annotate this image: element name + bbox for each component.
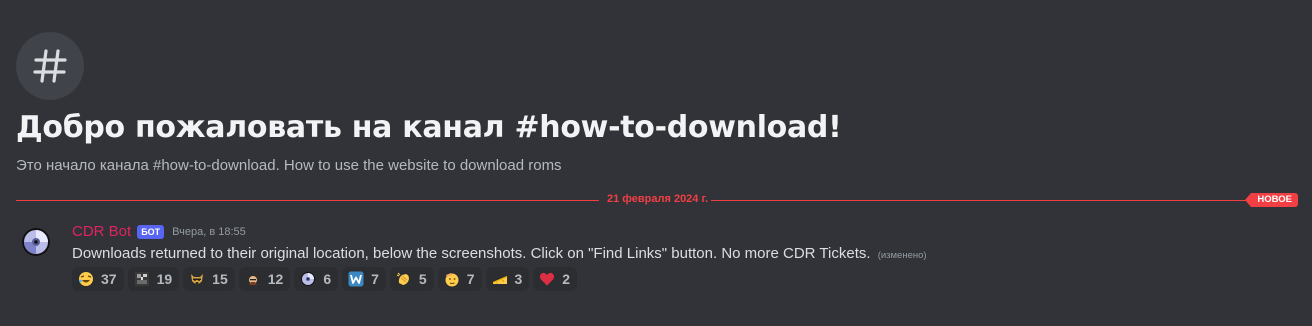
message-header: CDR Bot БОТ Вчера, в 18:55 [72,223,246,240]
reaction-count: 12 [267,271,284,287]
channel-hash-icon [16,32,84,100]
red-heart-icon [539,271,555,287]
reaction-count: 15 [212,271,228,287]
reaction-clap[interactable]: 5 [389,267,434,291]
pixel-art-icon [134,271,150,287]
divider-date: 21 февраля 2024 г. [607,193,709,205]
divider-line [16,200,599,201]
reaction-count: 7 [371,271,379,287]
new-badge: НОВОЕ [1245,193,1298,207]
reaction-character[interactable]: 12 [238,267,291,291]
laughing-face-icon [78,271,94,287]
reaction-w[interactable]: 7 [342,267,386,291]
reaction-count: 2 [562,271,571,287]
new-messages-divider: 21 февраля 2024 г. НОВОЕ [16,192,1298,208]
reaction-heart[interactable]: 2 [533,267,578,291]
message-timestamp[interactable]: Вчера, в 18:55 [172,226,246,238]
reaction-count: 19 [156,271,173,287]
reaction-count: 5 [418,271,427,287]
reaction-count: 7 [466,271,475,287]
character-icon [245,271,261,287]
bot-tag: БОТ [137,224,165,239]
message-content: Downloads returned to their original loc… [72,245,927,262]
reaction-count: 3 [514,271,523,287]
dog-face-icon [189,271,205,287]
clapping-hands-icon [396,271,412,287]
message-author[interactable]: CDR Bot [72,223,131,240]
channel-welcome-title: Добро пожаловать на канал #how-to-downlo… [16,110,842,145]
avatar[interactable] [16,222,56,262]
saluting-face-icon [444,271,460,287]
divider-line [711,200,1256,201]
reaction-dog[interactable]: 15 [183,267,235,291]
disc-avatar-icon [22,228,50,256]
reaction-cheese[interactable]: 3 [485,267,530,291]
letter-w-icon [348,271,364,287]
disc-icon [300,271,316,287]
reaction-pixel[interactable]: 19 [127,267,180,291]
reaction-salute[interactable]: 7 [437,267,482,291]
reaction-count: 37 [101,271,117,287]
edited-label: (изменено) [877,250,927,261]
message-text: Downloads returned to their original loc… [72,245,871,262]
channel-welcome-subtitle: Это начало канала #how-to-download. How … [16,157,562,174]
reaction-count: 6 [323,271,332,287]
reaction-disc[interactable]: 6 [294,267,339,291]
cheese-icon [492,271,508,287]
reaction-bar: 37 19 15 12 6 7 5 7 3 2 [72,267,578,291]
reaction-laughing[interactable]: 37 [72,267,124,291]
